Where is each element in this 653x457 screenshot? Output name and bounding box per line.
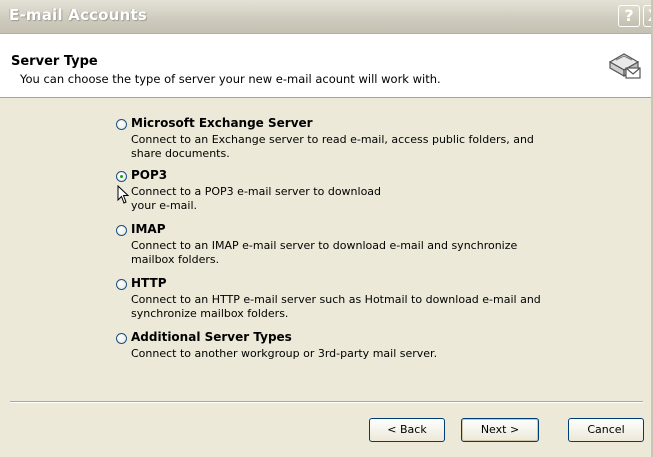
footer-divider	[10, 401, 643, 403]
mouse-pointer-icon	[117, 185, 130, 204]
option-description: Connect to a POP3 e-mail server to downl…	[131, 185, 382, 212]
option-description: Connect to an IMAP e-mail server to down…	[131, 239, 518, 266]
back-button[interactable]: < Back	[369, 418, 445, 442]
title-bar[interactable]: E-mail Accounts ? X	[0, 0, 651, 34]
next-button[interactable]: Next >	[461, 418, 539, 442]
radio-exchange[interactable]	[116, 119, 127, 130]
option-description: Connect to an Exchange server to read e-…	[131, 133, 534, 160]
radio-http[interactable]	[116, 279, 127, 290]
radio-imap[interactable]	[116, 225, 127, 236]
help-button[interactable]: ?	[618, 5, 640, 27]
option-label: Microsoft Exchange Server	[131, 116, 313, 130]
option-description: Connect to an HTTP e-mail server such as…	[131, 293, 541, 320]
mail-server-icon	[608, 53, 641, 79]
page-title: Server Type	[11, 54, 98, 69]
option-label: HTTP	[131, 276, 167, 290]
option-label: Additional Server Types	[131, 330, 292, 344]
page-subtitle: You can choose the type of server your n…	[20, 72, 441, 86]
radio-pop3[interactable]	[116, 171, 127, 182]
option-label: IMAP	[131, 222, 166, 236]
close-button[interactable]: X	[643, 5, 651, 27]
email-accounts-dialog: E-mail Accounts ? X Server Type You can …	[0, 0, 653, 457]
option-description: Connect to another workgroup or 3rd-part…	[131, 347, 438, 360]
radio-additional[interactable]	[116, 333, 127, 344]
cancel-button[interactable]: Cancel	[568, 418, 644, 442]
option-label: POP3	[131, 168, 168, 182]
wizard-header: Server Type You can choose the type of s…	[0, 34, 651, 98]
server-type-options: Microsoft Exchange Server Connect to an …	[0, 100, 651, 390]
window-title: E-mail Accounts	[9, 6, 147, 24]
